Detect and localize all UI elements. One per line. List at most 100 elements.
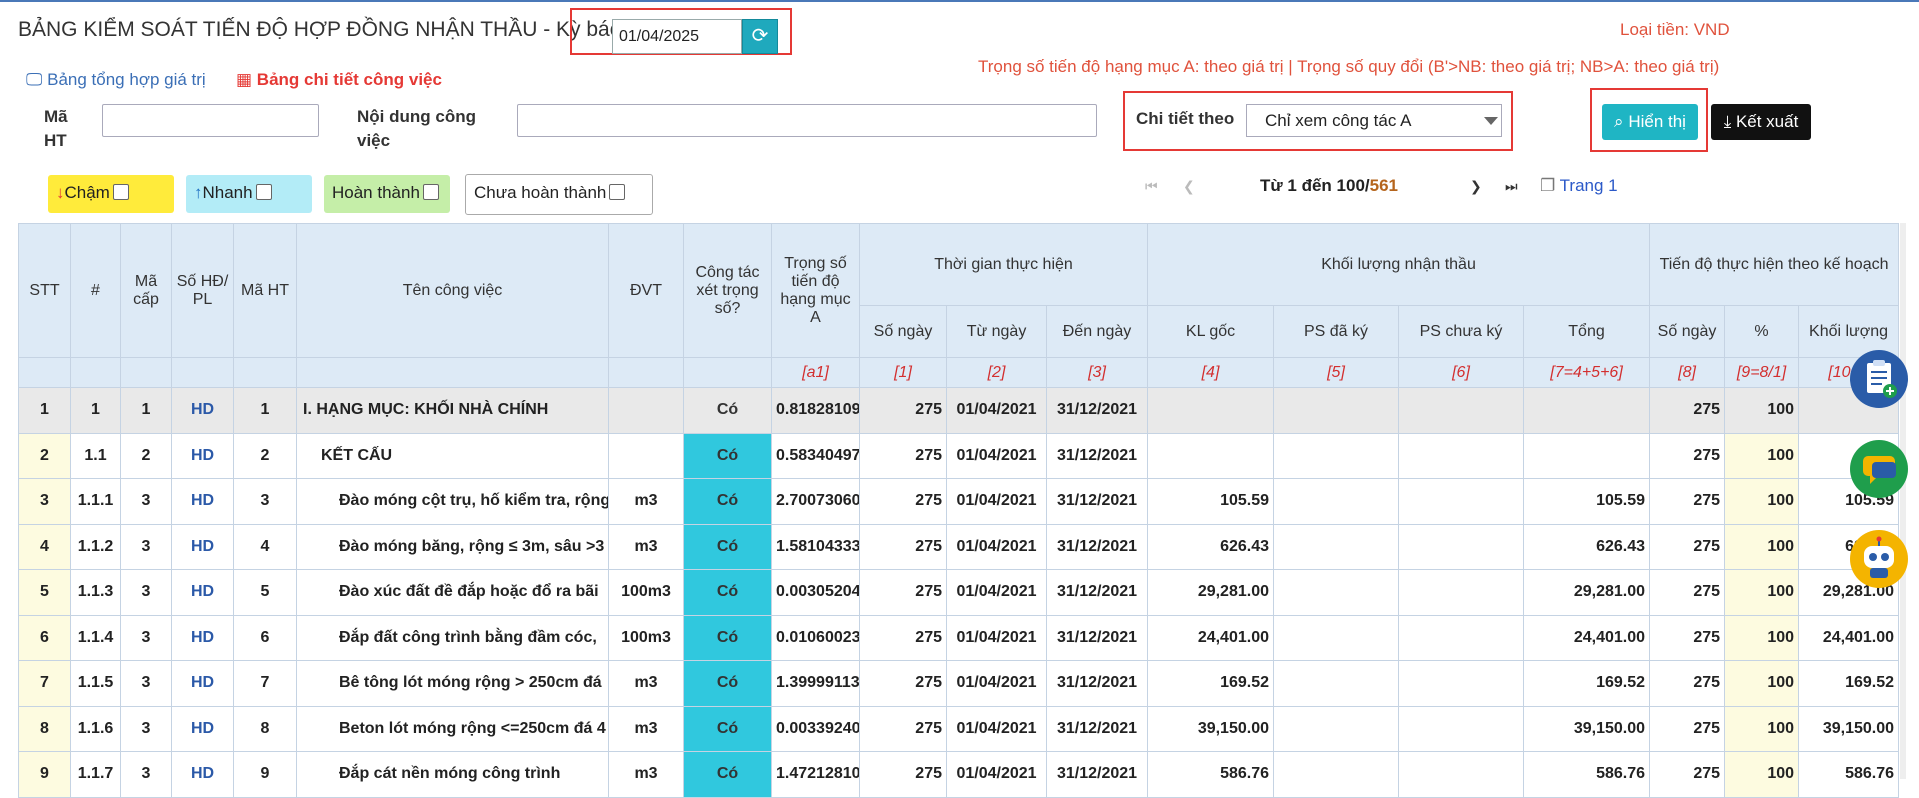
cell-dvt: m3 xyxy=(608,705,684,752)
chua-hoan-thanh-checkbox[interactable] xyxy=(609,184,626,200)
last-page-icon[interactable]: ⏭ xyxy=(1505,178,1518,195)
cell-ct: Có xyxy=(683,478,772,525)
code-3: [3] xyxy=(1046,357,1148,388)
cell-ts: 1.47212810 xyxy=(771,751,860,798)
cell-ten: Đào móng băng, rộng ≤ 3m, sâu >3 xyxy=(296,523,609,570)
clipboard-add-button[interactable] xyxy=(1850,350,1908,408)
cell-tu: 01/04/2021 xyxy=(946,569,1047,616)
export-button[interactable]: ⤓ Kết xuất xyxy=(1711,104,1811,140)
cell-tong: 169.52 xyxy=(1522,660,1651,707)
cell-ct: Có xyxy=(683,387,772,434)
cell-kl xyxy=(1147,387,1274,434)
first-page-icon[interactable]: ⏮ xyxy=(1145,178,1158,195)
tab-summary[interactable]: 🖵 Bảng tổng hợp giá trị xyxy=(26,70,206,90)
cell-ten: I. HẠNG MỤC: KHỐI NHÀ CHÍNH xyxy=(296,387,609,434)
cell-pct: 100 xyxy=(1724,432,1800,479)
table-row[interactable]: 2 1.1 2 HD 2 KẾT CẤU Có 0.58340497 275 01/04/2021… xyxy=(18,432,1900,479)
cell-hd: HD xyxy=(171,432,234,479)
table-row[interactable]: 9 1.1.7 3 HD 9 Đắp cát nền móng công trình m3 C… xyxy=(18,751,1900,798)
chi-tiet-select[interactable]: Chỉ xem công tác A xyxy=(1246,104,1502,137)
cell-dvt: 100m3 xyxy=(608,614,684,661)
cell-den: 31/12/2021 xyxy=(1046,478,1148,525)
th-den-ngay: Đến ngày xyxy=(1046,305,1148,358)
table-row[interactable]: 4 1.1.2 3 HD 4 Đào móng băng, rộng ≤ 3m, sâu … xyxy=(18,523,1900,570)
cell-hd: HD xyxy=(171,705,234,752)
cell-ct: Có xyxy=(683,432,772,479)
cell-sn2: 275 xyxy=(1649,705,1726,752)
table-row[interactable]: 3 1.1.1 3 HD 3 Đào móng cột trụ, hố kiểm tra,… xyxy=(18,478,1900,525)
noi-dung-input[interactable] xyxy=(517,104,1097,137)
cell-kl xyxy=(1147,432,1274,479)
code-1: [1] xyxy=(859,357,947,388)
filter-nhanh[interactable]: ↑Nhanh xyxy=(186,175,312,213)
cell-num: 1.1.6 xyxy=(70,705,121,752)
cell-cap: 3 xyxy=(120,751,172,798)
refresh-button[interactable]: ⟳ xyxy=(742,19,778,54)
cell-sn: 275 xyxy=(859,569,947,616)
code-7: [7=4+5+6] xyxy=(1522,357,1651,388)
cell-hd: HD xyxy=(171,387,234,434)
next-page-icon[interactable]: ❯ xyxy=(1470,178,1482,195)
filter-hoan-thanh[interactable]: Hoàn thành xyxy=(324,175,450,213)
table-row[interactable]: 1 1 1 HD 1 I. HẠNG MỤC: KHỐI NHÀ CHÍNH Có 0.818… xyxy=(18,387,1900,434)
cell-num: 1.1 xyxy=(70,432,121,479)
robot-button[interactable] xyxy=(1850,530,1908,588)
top-border xyxy=(0,0,1919,2)
code-2: [2] xyxy=(946,357,1047,388)
cell-ps1 xyxy=(1273,569,1399,616)
th-ma-cap: Mã cấp xyxy=(120,223,172,358)
chat-button[interactable] xyxy=(1850,440,1908,498)
th-so-ngay-2: Số ngày xyxy=(1649,305,1726,358)
cell-sn: 275 xyxy=(859,387,947,434)
th-cong-tac: Công tác xét trọng số? xyxy=(683,223,772,358)
cell-tong: 105.59 xyxy=(1522,478,1651,525)
cell-ts: 0.00339240 xyxy=(771,705,860,752)
tab-detail[interactable]: ▦ Bảng chi tiết công việc xyxy=(236,70,442,90)
table-row[interactable]: 5 1.1.3 3 HD 5 Đào xúc đất đề đắp hoặc đổ ra … xyxy=(18,569,1900,616)
tab-summary-label: Bảng tổng hợp giá trị xyxy=(47,70,206,89)
cell-ps1 xyxy=(1273,705,1399,752)
ma-ht-label: Mã HT xyxy=(44,107,68,150)
nhanh-checkbox[interactable] xyxy=(255,184,272,200)
cell-ct: Có xyxy=(683,751,772,798)
cell-ten: Đắp cát nền móng công trình xyxy=(296,751,609,798)
hoan-thanh-checkbox[interactable] xyxy=(422,184,439,200)
robot-icon xyxy=(1864,536,1894,578)
cell-num: 1.1.1 xyxy=(70,478,121,525)
cell-kl2: 39,150.00 xyxy=(1798,705,1900,752)
th-tu-ngay: Từ ngày xyxy=(946,305,1047,358)
th-ten: Tên công việc xyxy=(296,223,609,358)
cell-pct: 100 xyxy=(1724,614,1800,661)
page-link[interactable]: ❐ Trang 1 xyxy=(1540,176,1618,196)
cell-cap: 3 xyxy=(120,569,172,616)
cell-pct: 100 xyxy=(1724,569,1800,616)
cell-den: 31/12/2021 xyxy=(1046,660,1148,707)
cell-num: 1 xyxy=(70,387,121,434)
cell-ps2 xyxy=(1398,478,1524,525)
table-row[interactable]: 6 1.1.4 3 HD 6 Đắp đất công trình bằng đầm có… xyxy=(18,614,1900,661)
chevron-down-icon xyxy=(1484,117,1498,125)
cell-kl: 626.43 xyxy=(1147,523,1274,570)
prev-page-icon[interactable]: ❮ xyxy=(1183,178,1195,195)
show-button[interactable]: ⌕ Hiển thị xyxy=(1602,104,1698,140)
cell-stt: 2 xyxy=(18,432,71,479)
filter-cham[interactable]: ↓Chậm xyxy=(48,175,174,213)
cell-ten: Đào móng cột trụ, hố kiểm tra, rộng xyxy=(296,478,609,525)
ma-ht-input[interactable] xyxy=(102,104,319,137)
cell-sn2: 275 xyxy=(1649,569,1726,616)
table-row[interactable]: 7 1.1.5 3 HD 7 Bê tông lót móng rộng > 250cm … xyxy=(18,660,1900,707)
cell-ten: Đào xúc đất đề đắp hoặc đổ ra bãi xyxy=(296,569,609,616)
cell-ps1 xyxy=(1273,432,1399,479)
cell-tu: 01/04/2021 xyxy=(946,478,1047,525)
cell-stt: 6 xyxy=(18,614,71,661)
cell-stt: 3 xyxy=(18,478,71,525)
report-date-input[interactable]: 01/04/2025 xyxy=(612,19,742,54)
cell-ps2 xyxy=(1398,387,1524,434)
th-stt: STT xyxy=(18,223,71,358)
cell-ps1 xyxy=(1273,614,1399,661)
filter-chua-hoan-thanh[interactable]: Chưa hoàn thành xyxy=(465,174,653,215)
cham-checkbox[interactable] xyxy=(112,184,129,200)
vertical-scrollbar[interactable] xyxy=(1900,223,1906,779)
table-row[interactable]: 8 1.1.6 3 HD 8 Beton lót móng rộng <=250cm đá… xyxy=(18,705,1900,752)
code-4: [4] xyxy=(1147,357,1274,388)
